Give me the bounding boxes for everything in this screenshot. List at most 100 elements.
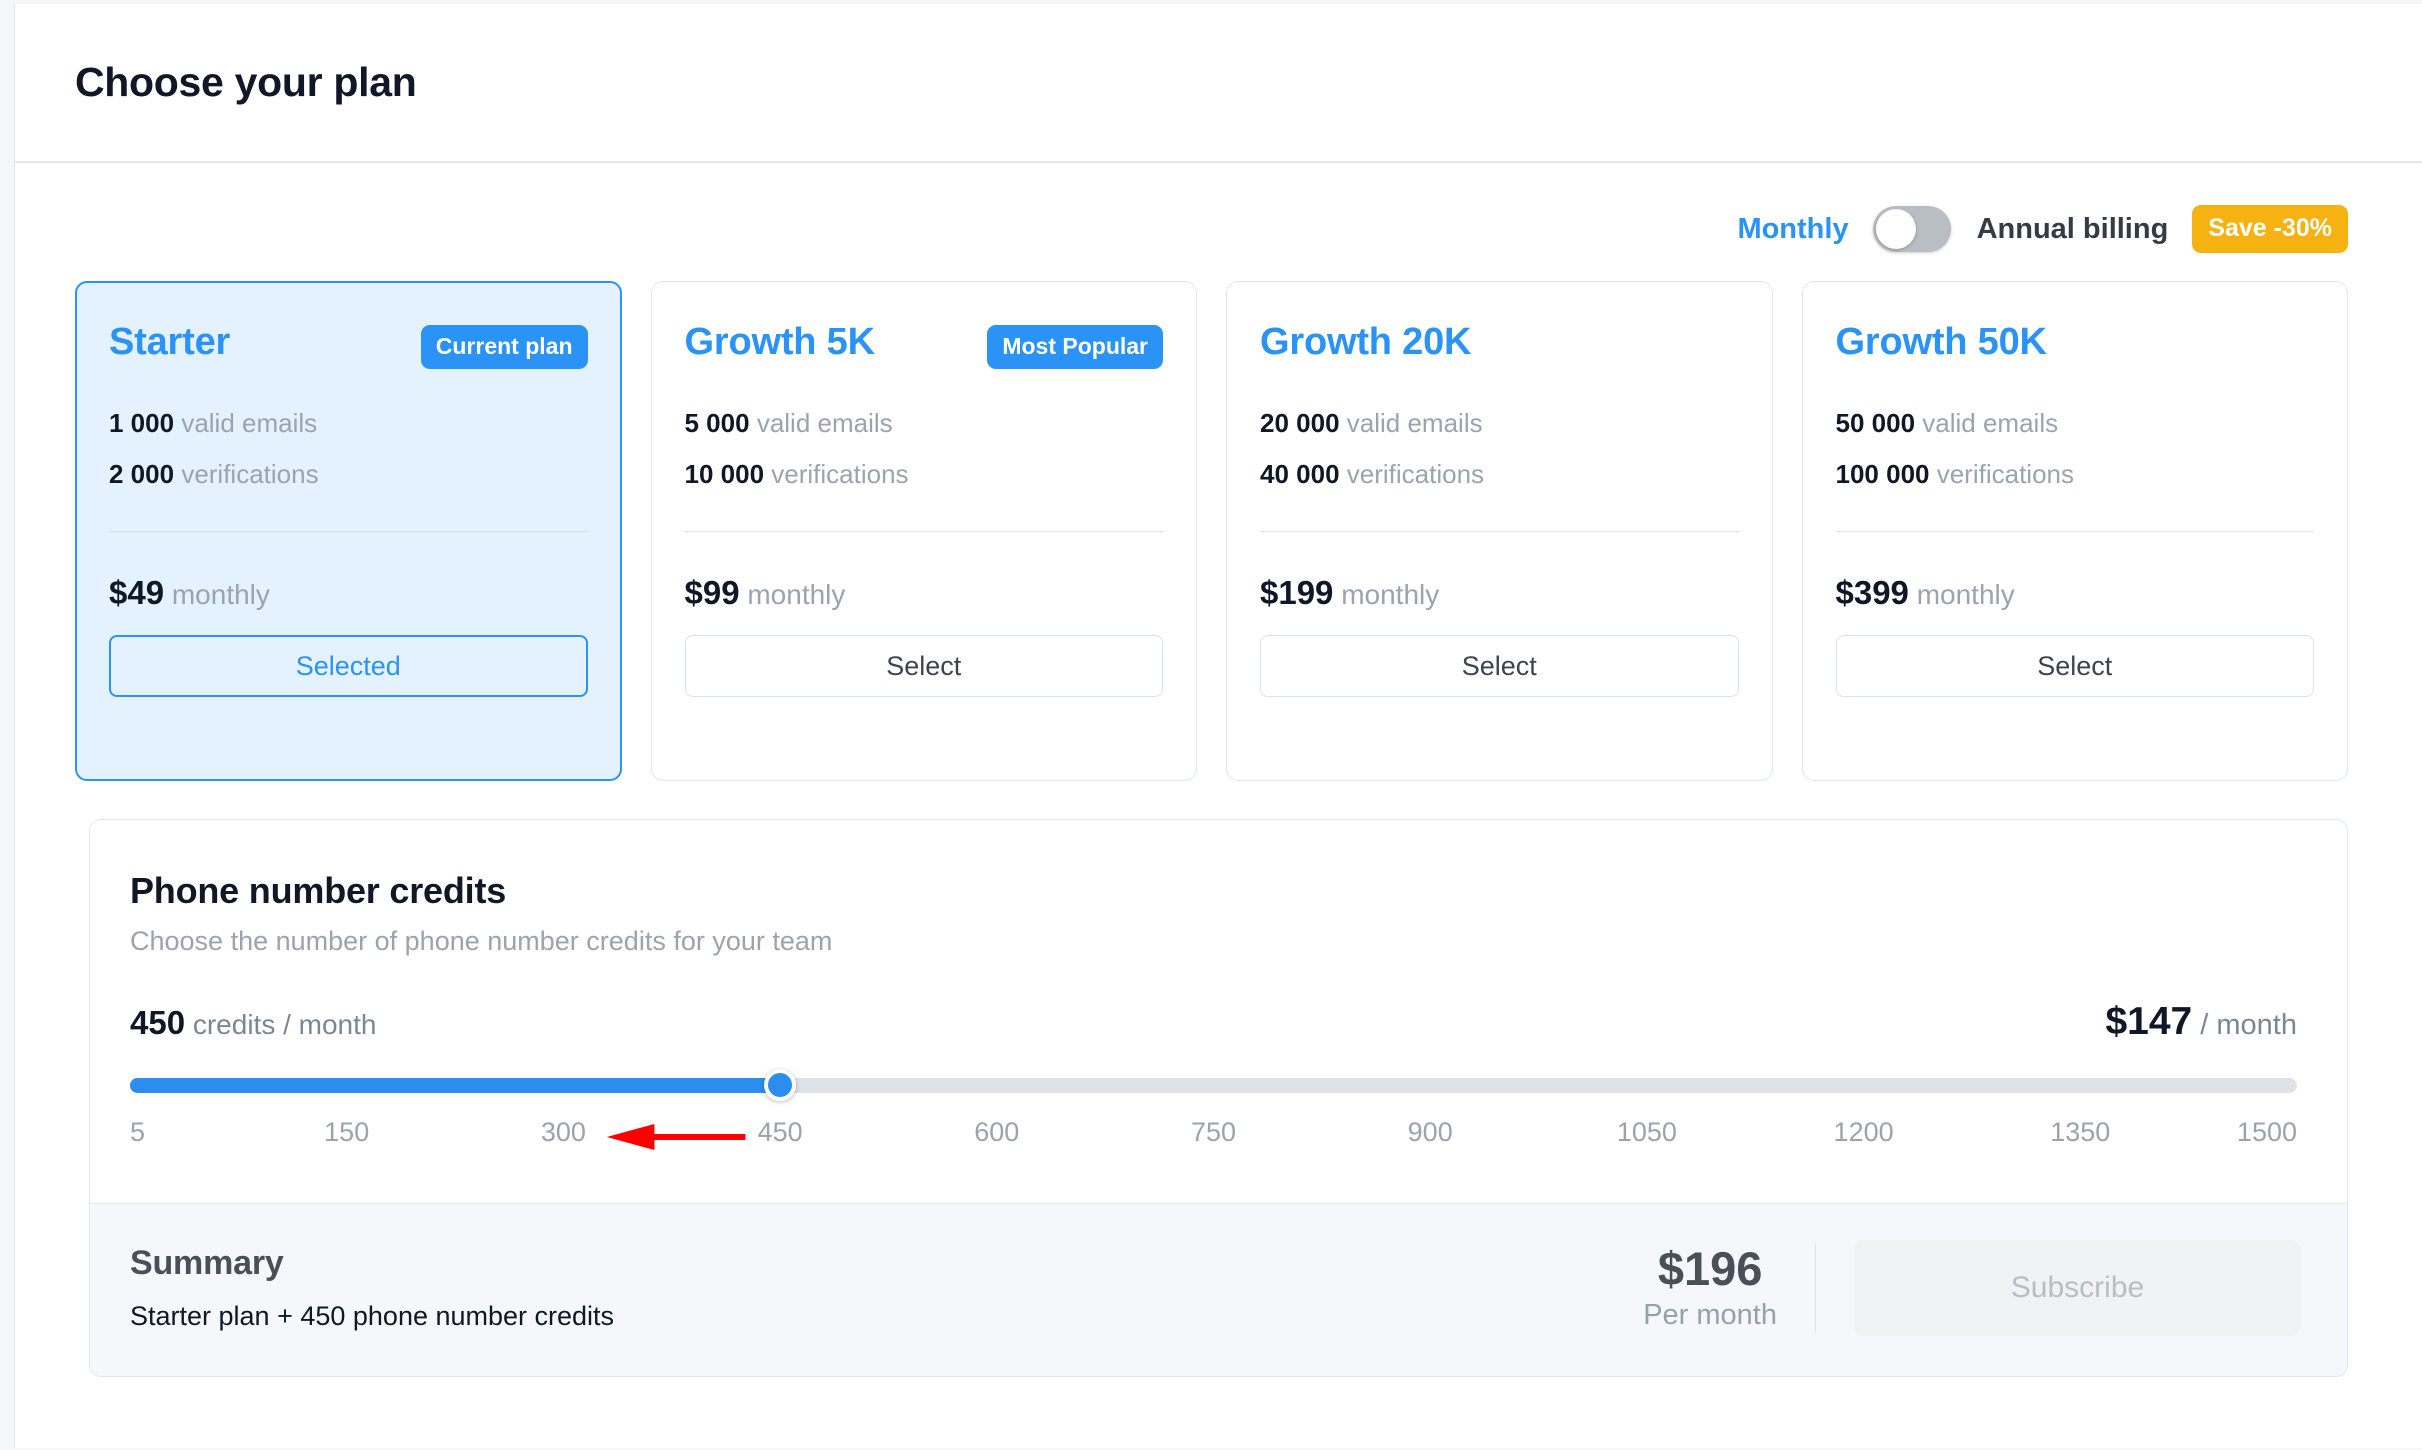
plan-select-button[interactable]: Select (684, 635, 1163, 698)
subscribe-button[interactable]: Subscribe (1854, 1240, 2301, 1336)
feature-valid-emails: 20 000 valid emails (1260, 406, 1739, 441)
plan-header: Growth 5K Most Popular (684, 321, 1163, 378)
save-discount-badge: Save -30% (2192, 205, 2348, 253)
slider-tick-150: 150 (324, 1117, 370, 1147)
slider-tick-labels: 5 150 300 450 600 750 900 1050 1200 1350 1500 (130, 1117, 2297, 1163)
plan-name: Growth 50K (1835, 321, 2047, 363)
slider-tick-1500: 1500 (2236, 1117, 2297, 1147)
plan-price: $99 monthly (685, 574, 1164, 612)
slider-tick-900: 900 (1407, 1117, 1453, 1147)
feature-emails-value: 1 000 (109, 408, 175, 438)
plan-price: $199 monthly (1260, 574, 1739, 612)
page-header: Choose your plan (15, 4, 2422, 163)
summary-total-price: $196 (1657, 1241, 1763, 1295)
feature-valid-emails: 5 000 valid emails (685, 406, 1164, 441)
credits-amount-value: 450 (130, 1004, 186, 1041)
slider-tick-1050: 1050 (1616, 1117, 1677, 1147)
credits-cost-value: $147 (2105, 1000, 2193, 1043)
plan-card-growth-50k[interactable]: Growth 50K 50 000 valid emails 100 000 v… (1801, 281, 2348, 781)
phone-credits-body: Phone number credits Choose the number o… (90, 820, 2347, 1163)
plan-features: 1 000 valid emails 2 000 verifications (109, 406, 588, 508)
feature-emails-label: valid emails (756, 408, 893, 438)
plan-price-value: $99 (684, 574, 740, 612)
plan-price-value: $399 (1835, 574, 1909, 612)
slider-tick-1200: 1200 (1833, 1117, 1894, 1147)
plan-name: Growth 20K (1260, 321, 1472, 363)
plan-badge-current: Current plan (420, 325, 588, 369)
feature-emails-label: valid emails (1922, 408, 2059, 438)
feature-verifications-label: verifications (771, 459, 909, 490)
slider-tick-750: 750 (1190, 1117, 1237, 1147)
plan-card-growth-5k[interactable]: Growth 5K Most Popular 5 000 valid email… (650, 281, 1197, 781)
plan-select-button[interactable]: Select (1835, 635, 2314, 698)
summary-title: Summary (130, 1244, 284, 1282)
credits-amount-label: credits / month (192, 1009, 377, 1040)
plan-card-list: Starter Current plan 1 000 valid emails … (15, 253, 2422, 781)
plan-price-value: $199 (1260, 574, 1334, 612)
feature-verifications: 100 000 verifications (1836, 457, 2315, 492)
plan-header: Growth 20K (1260, 321, 1739, 378)
plan-price-period: monthly (747, 579, 846, 611)
feature-verifications-value: 40 000 (1260, 459, 1340, 490)
page-title: Choose your plan (75, 59, 417, 105)
plan-header: Growth 50K (1835, 321, 2315, 378)
plan-features: 20 000 valid emails 40 000 verifications (1260, 406, 1739, 508)
plan-card-growth-20k[interactable]: Growth 20K 20 000 valid emails 40 000 ve… (1226, 281, 1773, 781)
credits-slider[interactable] (130, 1069, 2297, 1101)
feature-emails-value: 5 000 (684, 408, 750, 438)
billing-period-toggle[interactable] (1872, 206, 1951, 252)
plan-divider (1260, 531, 1739, 533)
slider-fill (130, 1078, 781, 1093)
phone-credits-values: 450 credits / month $147 / month (130, 1000, 2297, 1044)
feature-verifications-label: verifications (1346, 459, 1485, 490)
summary-right: $196 Per month Subscribe (1643, 1240, 2301, 1336)
billing-annual-label[interactable]: Annual billing (1977, 213, 2169, 246)
slider-tick-450: 450 (757, 1117, 803, 1147)
feature-verifications-value: 100 000 (1835, 459, 1930, 490)
slider-tick-5: 5 (130, 1117, 146, 1147)
plan-features: 5 000 valid emails 10 000 verifications (685, 406, 1164, 508)
plan-select-button[interactable]: Select (1260, 635, 1739, 698)
plan-divider (684, 531, 1163, 533)
plan-price: $49 monthly (109, 574, 588, 612)
summary-price-period: Per month (1643, 1299, 1777, 1332)
slider-thumb[interactable] (764, 1069, 797, 1101)
phone-credits-subtitle: Choose the number of phone number credit… (130, 926, 833, 956)
plan-name: Growth 5K (684, 321, 876, 363)
plan-select-button[interactable]: Selected (109, 635, 588, 698)
plan-badge-most-popular: Most Popular (987, 325, 1163, 369)
plan-price-value: $49 (109, 574, 165, 612)
slider-tick-600: 600 (974, 1117, 1020, 1147)
plan-card-starter[interactable]: Starter Current plan 1 000 valid emails … (75, 281, 622, 781)
plan-features: 50 000 valid emails 100 000 verification… (1836, 406, 2315, 508)
credits-cost: $147 / month (2105, 1000, 2297, 1044)
feature-verifications-value: 2 000 (109, 459, 175, 490)
feature-verifications: 10 000 verifications (685, 457, 1164, 492)
credits-amount: 450 credits / month (130, 1004, 376, 1042)
billing-monthly-label[interactable]: Monthly (1737, 213, 1848, 246)
plan-price-period: monthly (171, 579, 270, 611)
feature-emails-label: valid emails (1346, 408, 1483, 438)
feature-verifications-value: 10 000 (684, 459, 765, 490)
feature-valid-emails: 1 000 valid emails (109, 406, 588, 441)
feature-emails-value: 50 000 (1835, 408, 1916, 438)
plan-header: Starter Current plan (109, 321, 588, 378)
feature-valid-emails: 50 000 valid emails (1836, 406, 2315, 441)
feature-verifications: 40 000 verifications (1260, 457, 1739, 492)
toggle-knob (1875, 209, 1916, 249)
summary-price-block: $196 Per month (1643, 1241, 1816, 1333)
plan-price-period: monthly (1341, 579, 1440, 611)
slider-tick-1350: 1350 (2050, 1117, 2111, 1147)
plan-price-period: monthly (1916, 579, 2015, 611)
summary-bar: Summary Starter plan + 450 phone number … (90, 1203, 2347, 1376)
summary-description: Starter plan + 450 phone number credits (130, 1301, 615, 1331)
pricing-page: Choose your plan Monthly Annual billing … (14, 4, 2422, 1448)
feature-emails-value: 20 000 (1260, 408, 1340, 438)
phone-credits-panel: Phone number credits Choose the number o… (89, 819, 2348, 1377)
plan-price: $399 monthly (1836, 574, 2315, 612)
slider-tick-300: 300 (540, 1117, 586, 1147)
plan-name: Starter (109, 321, 231, 363)
phone-credits-title: Phone number credits (130, 870, 507, 911)
plan-divider (109, 531, 588, 533)
feature-verifications-label: verifications (1936, 459, 2074, 490)
